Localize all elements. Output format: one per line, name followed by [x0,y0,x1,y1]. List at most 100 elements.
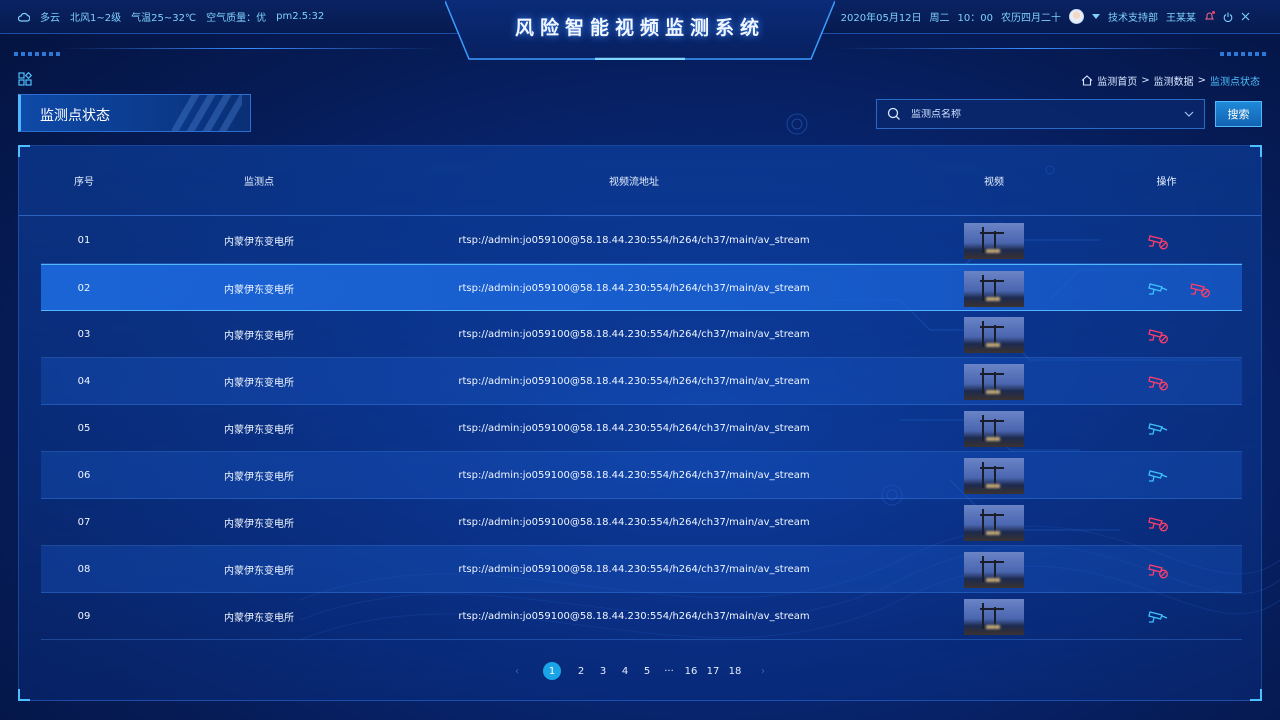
row-index: 09 [77,611,91,622]
panel-corner [1250,689,1262,701]
pagination-page[interactable]: 17 [702,662,724,680]
video-thumbnail[interactable] [964,551,1024,588]
pagination-page[interactable]: 5 [636,662,658,680]
power-icon[interactable] [1223,12,1233,22]
camera-off-icon[interactable] [1147,326,1169,344]
chevron-down-icon[interactable] [1184,111,1194,117]
weather-info: 多云 北风1~2级 气温25~32℃ 空气质量：优 pm2.5:32 [18,9,324,24]
table-row[interactable]: 06 内蒙伊东变电所 rtsp://admin:jo059100@58.18.44.… [41,452,1242,499]
support-dept[interactable]: 技术支持部 [1108,9,1158,24]
video-thumbnail[interactable] [964,363,1024,400]
header-right-info: 2020年05月12日 周二 10：00 农历四月二十 技术支持部 王某某 [841,9,1250,24]
camera-off-icon[interactable] [1147,561,1169,579]
table-row[interactable]: 04 内蒙伊东变电所 rtsp://admin:jo059100@58.18.44.… [41,358,1242,405]
column-header-point: 监测点 [244,177,274,188]
weather-wind: 北风1~2级 [70,13,122,24]
search-input[interactable] [911,108,1184,120]
pagination-prev-button[interactable]: ‹ [506,662,528,680]
header-weekday: 周二 [929,13,950,24]
row-stream-url: rtsp://admin:jo059100@58.18.44.230:554/h… [458,423,810,434]
table-row[interactable]: 09 内蒙伊东变电所 rtsp://admin:jo059100@58.18.44.… [41,593,1242,640]
video-thumbnail[interactable] [964,270,1024,307]
table-row[interactable]: 03 内蒙伊东变电所 rtsp://admin:jo059100@58.18.44.… [41,311,1242,358]
weather-temperature: 气温25~32℃ [131,13,197,24]
search-button[interactable]: 搜索 [1215,101,1262,127]
pagination-page[interactable]: 1 [543,662,561,680]
video-thumbnail[interactable] [964,316,1024,353]
video-thumbnail[interactable] [964,457,1024,494]
breadcrumb-data[interactable]: 监测数据 [1154,73,1194,88]
pagination-ellipsis: ··· [664,665,674,677]
camera-off-icon[interactable] [1147,514,1169,532]
row-actions [1119,499,1241,546]
row-video-cell [959,217,1029,264]
column-header-index: 序号 [74,177,94,188]
column-header-actions: 操作 [1156,177,1177,188]
section-header: 监测点状态 [18,94,251,132]
app-grid-icon[interactable] [18,72,32,86]
row-video-cell [959,546,1029,593]
row-monitor-point: 内蒙伊东变电所 [224,237,294,248]
pagination-page[interactable]: 4 [614,662,636,680]
row-index: 06 [77,470,91,481]
row-video-cell [959,265,1029,312]
row-video-cell [959,358,1029,405]
row-actions [1119,405,1241,452]
row-actions [1119,546,1241,593]
video-thumbnail[interactable] [964,222,1024,259]
row-monitor-point: 内蒙伊东变电所 [224,378,294,389]
column-header-video: 视频 [984,177,1004,188]
camera-on-icon[interactable] [1147,467,1169,485]
video-thumbnail[interactable] [964,598,1024,635]
pagination-next-button[interactable]: › [752,662,774,680]
table-row[interactable]: 05 内蒙伊东变电所 rtsp://admin:jo059100@58.18.44.… [41,405,1242,452]
row-stream-url: rtsp://admin:jo059100@58.18.44.230:554/h… [458,235,810,246]
weather-air-quality: 空气质量：优 [206,13,267,24]
breadcrumb-current: 监测点状态 [1210,77,1260,88]
camera-on-icon[interactable] [1147,608,1169,626]
close-icon[interactable] [1241,12,1250,21]
row-video-cell [959,405,1029,452]
header-deco-line-right [840,48,1220,49]
pagination-page[interactable]: 16 [680,662,702,680]
notification-bell-icon[interactable] [1204,11,1215,22]
row-index: 02 [77,283,91,294]
row-monitor-point: 内蒙伊东变电所 [224,285,294,296]
row-stream-url: rtsp://admin:jo059100@58.18.44.230:554/h… [458,283,810,294]
user-name[interactable]: 王某某 [1166,9,1196,24]
table-row[interactable]: 02 内蒙伊东变电所 rtsp://admin:jo059100@58.18.44.… [41,264,1242,311]
table-row[interactable]: 08 内蒙伊东变电所 rtsp://admin:jo059100@58.18.44.… [41,546,1242,593]
camera-on-icon[interactable] [1147,420,1169,438]
table-row[interactable]: 01 内蒙伊东变电所 rtsp://admin:jo059100@58.18.44.… [41,217,1242,264]
camera-off-icon[interactable] [1189,280,1211,298]
search-box[interactable] [876,99,1205,129]
row-monitor-point: 内蒙伊东变电所 [224,472,294,483]
row-index: 07 [77,517,91,528]
table-panel: 序号 监测点 视频流地址 视频 操作 01 内蒙伊东变电所 rtsp://admin… [18,145,1262,701]
row-actions [1119,593,1241,640]
header-deco-line-left [60,48,440,49]
pagination-page[interactable]: 18 [724,662,746,680]
avatar[interactable] [1069,9,1084,24]
row-actions [1119,311,1241,358]
row-actions [1119,265,1241,312]
camera-off-icon[interactable] [1147,232,1169,250]
video-thumbnail[interactable] [964,410,1024,447]
top-bar: 风险智能视频监测系统 多云 北风1~2级 气温25~32℃ 空气质量：优 pm2… [0,0,1280,62]
table-body: 01 内蒙伊东变电所 rtsp://admin:jo059100@58.18.44.… [41,217,1242,640]
pagination-page[interactable]: 2 [570,662,592,680]
pagination-page[interactable]: 3 [592,662,614,680]
camera-on-icon[interactable] [1147,280,1169,298]
header-lunar-date: 农历四月二十 [1001,13,1061,24]
video-thumbnail[interactable] [964,504,1024,541]
row-stream-url: rtsp://admin:jo059100@58.18.44.230:554/h… [458,329,810,340]
breadcrumb-home[interactable]: 监测首页 [1097,73,1137,88]
home-icon[interactable] [1081,75,1093,86]
row-actions [1119,452,1241,499]
user-menu-caret-icon[interactable] [1092,14,1100,19]
table-row[interactable]: 07 内蒙伊东变电所 rtsp://admin:jo059100@58.18.44.… [41,499,1242,546]
breadcrumb: 监测首页 > 监测数据 > 监测点状态 [1081,73,1260,88]
camera-off-icon[interactable] [1147,373,1169,391]
row-monitor-point: 内蒙伊东变电所 [224,613,294,624]
row-monitor-point: 内蒙伊东变电所 [224,331,294,342]
